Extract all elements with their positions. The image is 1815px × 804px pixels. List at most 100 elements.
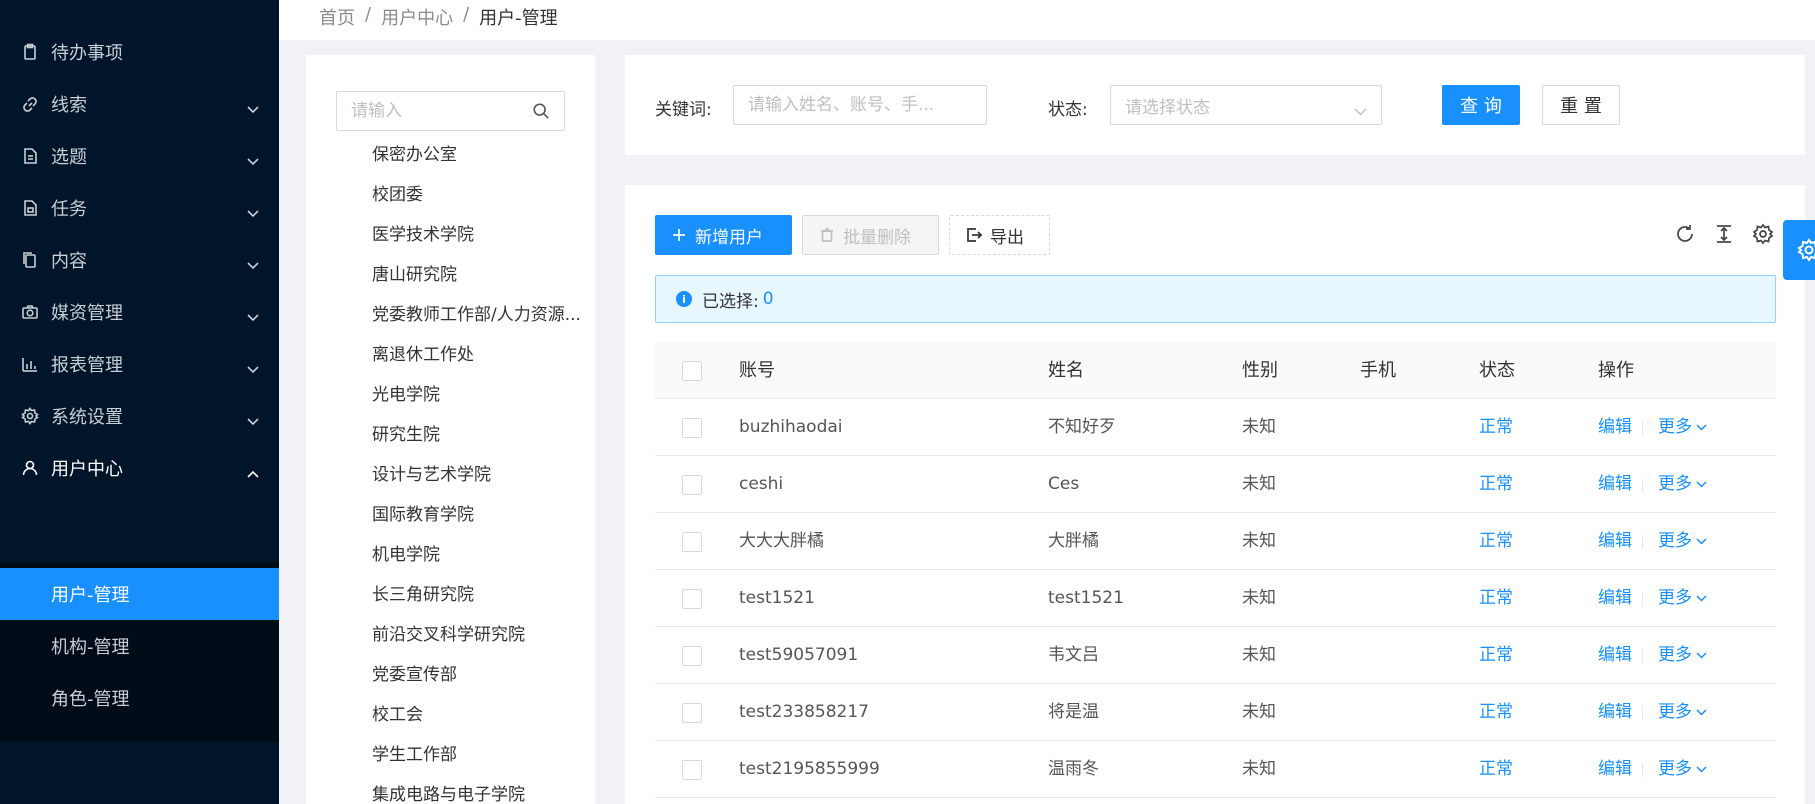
sidebar-item-7[interactable]: 系统设置 — [0, 386, 279, 446]
table-header: 账号 姓名 性别 手机 状态 操作 — [655, 342, 1776, 399]
gear-icon — [1797, 238, 1815, 262]
column-header-phone: 手机 — [1360, 360, 1396, 381]
sidebar-item-1[interactable]: 线索 — [0, 74, 279, 134]
reset-button[interactable]: 重 置 — [1542, 85, 1620, 125]
tree-node[interactable]: 学生工作部 — [372, 739, 592, 771]
more-dropdown[interactable]: 更多 — [1658, 741, 1707, 798]
chevron-down-icon — [247, 410, 259, 426]
keyword-input[interactable] — [733, 85, 987, 125]
task-icon — [20, 198, 40, 218]
more-dropdown[interactable]: 更多 — [1658, 570, 1707, 627]
edit-link[interactable]: 编辑 — [1598, 456, 1632, 513]
chevron-down-icon — [1696, 538, 1707, 545]
search-icon[interactable] — [532, 102, 550, 120]
more-dropdown[interactable]: 更多 — [1658, 684, 1707, 741]
cell-status: 正常 — [1479, 759, 1513, 779]
tree-node[interactable]: 校工会 — [372, 699, 592, 731]
sidebar-item-6[interactable]: 报表管理 — [0, 334, 279, 394]
chevron-down-icon — [1696, 595, 1707, 602]
more-dropdown[interactable]: 更多 — [1658, 456, 1707, 513]
add-user-button[interactable]: 新增用户 — [655, 215, 792, 255]
chevron-down-icon — [247, 150, 259, 166]
cell-status: 正常 — [1479, 417, 1513, 437]
row-checkbox[interactable] — [682, 532, 702, 552]
edit-link[interactable]: 编辑 — [1598, 627, 1632, 684]
breadcrumb-parent[interactable]: 用户中心 — [381, 4, 453, 30]
gear-icon[interactable] — [1752, 223, 1774, 245]
cell-account: 大大大胖橘 — [739, 531, 824, 551]
trash-icon — [821, 228, 833, 242]
sidebar-item-3[interactable]: 任务 — [0, 178, 279, 238]
tree-node[interactable]: 长三角研究院 — [372, 579, 592, 611]
more-dropdown[interactable]: 更多 — [1658, 513, 1707, 570]
column-header-account: 账号 — [739, 360, 775, 381]
batch-delete-button[interactable]: 批量删除 — [802, 215, 939, 255]
tree-search-input[interactable] — [351, 101, 526, 121]
edit-link[interactable]: 编辑 — [1598, 741, 1632, 798]
cell-status: 正常 — [1479, 474, 1513, 494]
tree-node[interactable]: 唐山研究院 — [372, 259, 592, 291]
status-label: 状态: — [1048, 100, 1088, 120]
cell-status: 正常 — [1479, 531, 1513, 551]
status-select[interactable]: 请选择状态 — [1110, 85, 1382, 125]
more-label: 更多 — [1658, 759, 1692, 779]
sidebar-item-label: 选题 — [51, 147, 87, 168]
sidebar-item-label: 线索 — [51, 95, 87, 116]
settings-drawer-handle[interactable] — [1783, 220, 1815, 280]
batch-delete-label: 批量删除 — [843, 227, 911, 248]
tree-node[interactable]: 医学技术学院 — [372, 219, 592, 251]
sidebar-item-5[interactable]: 媒资管理 — [0, 282, 279, 342]
column-height-icon[interactable] — [1713, 223, 1735, 245]
column-header-name: 姓名 — [1048, 360, 1084, 381]
row-checkbox[interactable] — [682, 703, 702, 723]
submenu-item-1[interactable]: 机构-管理 — [0, 620, 279, 672]
row-checkbox[interactable] — [682, 589, 702, 609]
cell-name: 将是温 — [1048, 702, 1099, 722]
more-dropdown[interactable]: 更多 — [1658, 399, 1707, 456]
edit-link[interactable]: 编辑 — [1598, 399, 1632, 456]
edit-link[interactable]: 编辑 — [1598, 513, 1632, 570]
tree-node[interactable]: 党委教师工作部/人力资源... — [372, 299, 592, 331]
file-icon — [20, 146, 40, 166]
refresh-icon[interactable] — [1674, 223, 1696, 245]
row-checkbox[interactable] — [682, 418, 702, 438]
chevron-down-icon — [1696, 652, 1707, 659]
row-checkbox[interactable] — [682, 760, 702, 780]
tree-node[interactable]: 离退休工作处 — [372, 339, 592, 371]
edit-link[interactable]: 编辑 — [1598, 684, 1632, 741]
copy-icon — [20, 250, 40, 270]
cell-name: 不知好歹 — [1048, 417, 1116, 437]
query-button[interactable]: 查 询 — [1442, 85, 1520, 125]
cell-gender: 未知 — [1242, 417, 1276, 437]
tree-node[interactable]: 校团委 — [372, 179, 592, 211]
row-checkbox[interactable] — [682, 475, 702, 495]
tree-node[interactable]: 设计与艺术学院 — [372, 459, 592, 491]
select-all-checkbox[interactable] — [682, 361, 702, 381]
more-label: 更多 — [1658, 702, 1692, 722]
submenu-item-2[interactable]: 角色-管理 — [0, 672, 279, 724]
tree-node[interactable]: 国际教育学院 — [372, 499, 592, 531]
tree-node[interactable]: 保密办公室 — [372, 139, 592, 171]
export-button[interactable]: 导出 — [949, 215, 1050, 255]
tree-node[interactable]: 光电学院 — [372, 379, 592, 411]
tree-node[interactable]: 集成电路与电子学院 — [372, 779, 592, 804]
tree-node[interactable]: 机电学院 — [372, 539, 592, 571]
export-label: 导出 — [990, 227, 1024, 248]
sidebar-item-2[interactable]: 选题 — [0, 126, 279, 186]
tree-node[interactable]: 前沿交叉科学研究院 — [372, 619, 592, 651]
tree-node[interactable]: 党委宣传部 — [372, 659, 592, 691]
tree-node[interactable]: 研究生院 — [372, 419, 592, 451]
edit-link[interactable]: 编辑 — [1598, 570, 1632, 627]
chevron-down-icon — [1696, 481, 1707, 488]
column-header-gender: 性别 — [1242, 360, 1278, 381]
breadcrumb-home[interactable]: 首页 — [319, 4, 355, 30]
breadcrumb-separator: / — [463, 4, 470, 25]
more-label: 更多 — [1658, 531, 1692, 551]
sidebar-item-0[interactable]: 待办事项 — [0, 22, 279, 82]
sidebar-item-4[interactable]: 内容 — [0, 230, 279, 290]
more-dropdown[interactable]: 更多 — [1658, 627, 1707, 684]
row-checkbox[interactable] — [682, 646, 702, 666]
more-label: 更多 — [1658, 588, 1692, 608]
sidebar-item-8[interactable]: 用户中心 — [0, 438, 279, 498]
submenu-item-0[interactable]: 用户-管理 — [0, 568, 279, 620]
